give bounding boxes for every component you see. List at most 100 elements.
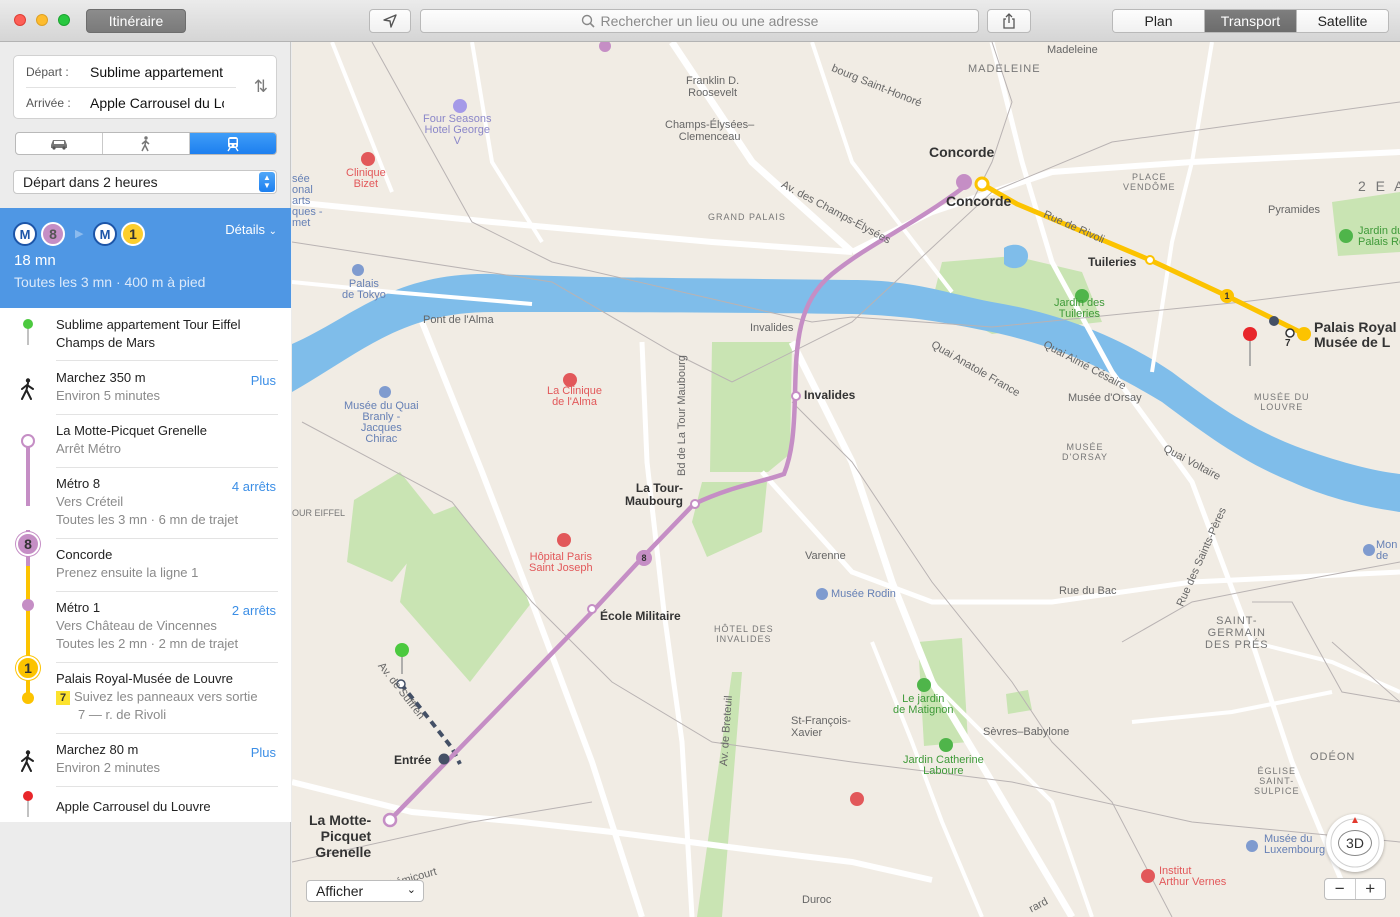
walking-icon (19, 750, 37, 775)
route-summary[interactable]: M 8 ▶ M 1 Détails ⌄ 18 mn Toutes les 3 m… (0, 208, 291, 308)
district-label-saint-germain: SAINT- GERMAIN DES PRÉS (1205, 615, 1269, 651)
mode-driving[interactable] (16, 133, 103, 154)
chevron-right-icon: ▶ (75, 228, 84, 240)
step-subtitle: Vers Château de Vincennes (56, 618, 217, 633)
list-item[interactable]: Marchez 80 m Environ 2 minutes Plus (56, 741, 278, 787)
list-item[interactable]: Palais Royal-Musée de Louvre 7 Suivez les… (56, 670, 278, 734)
station-label-tuileries[interactable]: Tuileries (1088, 255, 1136, 269)
station-label-rue-du-bac[interactable]: Rue du Bac (1059, 585, 1116, 597)
poi-label-musee-luxembourg[interactable]: Musée du Luxembourg (1264, 834, 1325, 856)
map-canvas (292, 42, 1400, 917)
mode-walking[interactable] (103, 133, 190, 154)
park-label-palais-royal[interactable]: Jardin du Palais Ro (1358, 226, 1400, 248)
swap-direction-icon[interactable]: ⇅ (254, 77, 268, 97)
zoom-window-button[interactable] (58, 14, 70, 26)
zoom-out-button[interactable]: − (1325, 879, 1356, 899)
poi-label-clinique-alma[interactable]: La Clinique de l'Alma (547, 386, 602, 408)
itinerary-button[interactable]: Itinéraire (86, 9, 186, 33)
line-1-badge: 1 (16, 656, 40, 680)
poi-label-musee-rodin[interactable]: Musée Rodin (831, 588, 896, 600)
details-button[interactable]: Détails ⌄ (225, 222, 277, 237)
poi-label-clinique-bizet[interactable]: Clinique Bizet (346, 168, 386, 190)
tab-satellite[interactable]: Satellite (1297, 10, 1388, 32)
step-title: Marchez 80 m (56, 742, 139, 757)
poi-label-quai-branly[interactable]: Musée du Quai Branly - Jacques Chirac (344, 401, 419, 445)
station-label-odeon[interactable]: ODÉON (1310, 751, 1355, 763)
landmark-label-saint-sulpice[interactable]: ÉGLISE SAINT- SULPICE (1254, 766, 1300, 796)
poi-label-mon[interactable]: Mon de (1376, 540, 1397, 562)
district-label-madeleine: MADELEINE (968, 63, 1041, 75)
station-label-st-francois-xavier[interactable]: St-François- Xavier (791, 715, 851, 739)
station-label-invalides-rer[interactable]: Invalides (750, 322, 793, 334)
entrance-label[interactable]: Entrée (394, 753, 431, 767)
step-subtitle: Champs de Mars (56, 335, 155, 350)
more-link[interactable]: Plus (251, 745, 276, 760)
list-item[interactable]: La Motte-Picquet Grenelle Arrêt Métro (56, 422, 278, 468)
show-options-menu[interactable]: Afficher ⌄ (306, 880, 424, 902)
list-item[interactable]: Métro 8 Vers Créteil Toutes les 3 mn · 6… (56, 475, 278, 539)
landmark-label-musee-orsay[interactable]: MUSÉE D'ORSAY (1062, 442, 1108, 462)
trip-frequency: Toutes les 3 mn · 400 m à pied (14, 274, 206, 290)
station-label-palais-royal[interactable]: Palais Royal Musée de L (1314, 320, 1397, 350)
current-location-button[interactable] (369, 9, 411, 33)
line-1-badge: 1 (121, 222, 145, 246)
tab-transport[interactable]: Transport (1205, 10, 1297, 32)
close-window-button[interactable] (14, 14, 26, 26)
landmark-label-grand-palais[interactable]: GRAND PALAIS (708, 212, 786, 222)
more-link[interactable]: Plus (251, 373, 276, 388)
poi-label-four-seasons[interactable]: Four Seasons Hotel George V (423, 114, 491, 147)
minimize-window-button[interactable] (36, 14, 48, 26)
station-label-ecole-militaire[interactable]: École Militaire (600, 609, 681, 623)
landmark-label-hotel-invalides[interactable]: HÔTEL DES INVALIDES (714, 624, 774, 644)
park-label-matignon[interactable]: Le jardin de Matignon (893, 694, 954, 716)
green-pin-icon (22, 318, 34, 349)
station-label-musee-orsay[interactable]: Musée d'Orsay (1068, 392, 1142, 404)
poi-label-hopital-saint-joseph[interactable]: Hôpital Paris Saint Joseph (529, 552, 593, 574)
station-label-duroc[interactable]: Duroc (802, 894, 831, 906)
station-label-pont-alma[interactable]: Pont de l'Alma (423, 314, 494, 326)
park-label-tuileries[interactable]: Jardin des Tuileries (1054, 298, 1105, 320)
stops-link[interactable]: 4 arrêts (232, 479, 276, 494)
station-label-concorde[interactable]: Concorde (929, 144, 994, 160)
zoom-in-button[interactable]: + (1356, 879, 1386, 899)
transport-mode-control (15, 132, 277, 155)
station-label-varenne[interactable]: Varenne (805, 550, 846, 562)
search-field[interactable]: Rechercher un lieu ou une adresse (420, 9, 979, 33)
station-label-concorde-l1[interactable]: Concorde (946, 193, 1011, 209)
station-label-champs-elysees[interactable]: Champs-Élysées– Clemenceau (665, 119, 754, 143)
poi-label-musee-partial[interactable]: sée onal arts ques - met (292, 174, 323, 229)
park-label-catherine-laboure[interactable]: Jardin Catherine Laboure (903, 755, 984, 777)
compass-control[interactable]: 3D (1326, 814, 1384, 872)
chevron-updown-icon: ▲ ▼ (259, 172, 275, 192)
3d-toggle-button[interactable]: 3D (1338, 830, 1372, 856)
car-icon (51, 139, 67, 150)
station-label-motte-picquet[interactable]: La Motte- Picquet Grenelle (309, 812, 371, 860)
list-item[interactable]: Apple Carrousel du Louvre (56, 794, 278, 822)
stops-link[interactable]: 2 arrêts (232, 603, 276, 618)
list-item[interactable]: Sublime appartement Tour Eiffel Champs d… (56, 316, 278, 361)
landmark-label-place-vendome[interactable]: PLACE VENDÔME (1123, 172, 1176, 192)
landmark-label-tour-eiffel[interactable]: OUR EIFFEL (292, 508, 345, 518)
poi-label-palais-tokyo[interactable]: Palais de Tokyo (342, 279, 386, 301)
list-item[interactable]: Marchez 350 m Environ 5 minutes Plus (56, 369, 278, 415)
mode-transit[interactable] (190, 133, 276, 154)
poi-label-institut-arthur-vernes[interactable]: Institut Arthur Vernes (1159, 866, 1226, 888)
list-item[interactable]: Concorde Prenez ensuite la ligne 1 (56, 546, 278, 592)
map-view[interactable]: Concorde Concorde Tuileries Palais Royal… (292, 42, 1400, 917)
share-button[interactable] (987, 9, 1031, 33)
walking-icon (141, 135, 150, 151)
station-label-invalides[interactable]: Invalides (804, 388, 855, 402)
station-label-madeleine[interactable]: Madeleine (1047, 44, 1098, 56)
landmark-label-musee-louvre[interactable]: MUSÉE DU LOUVRE (1254, 392, 1310, 412)
list-item[interactable]: Métro 1 Vers Château de Vincennes Toutes… (56, 599, 278, 663)
directions-sidebar: Départ : Sublime appartement Tour Eiffel… (0, 42, 291, 917)
from-field[interactable]: Sublime appartement Tour Eiffel (90, 64, 224, 80)
map-exit-7-label: 7 (1285, 338, 1291, 349)
station-label-pyramides[interactable]: Pyramides (1268, 204, 1320, 216)
station-label-sevres-babylone[interactable]: Sèvres–Babylone (983, 726, 1069, 738)
tab-plan[interactable]: Plan (1113, 10, 1205, 32)
departure-time-select[interactable]: Départ dans 2 heures ▲ ▼ (13, 170, 277, 194)
station-label-franklin-roosevelt[interactable]: Franklin D. Roosevelt (686, 75, 739, 99)
station-label-tour-maubourg[interactable]: La Tour- Maubourg (625, 482, 683, 508)
to-field[interactable]: Apple Carrousel du Louvre (90, 95, 224, 111)
